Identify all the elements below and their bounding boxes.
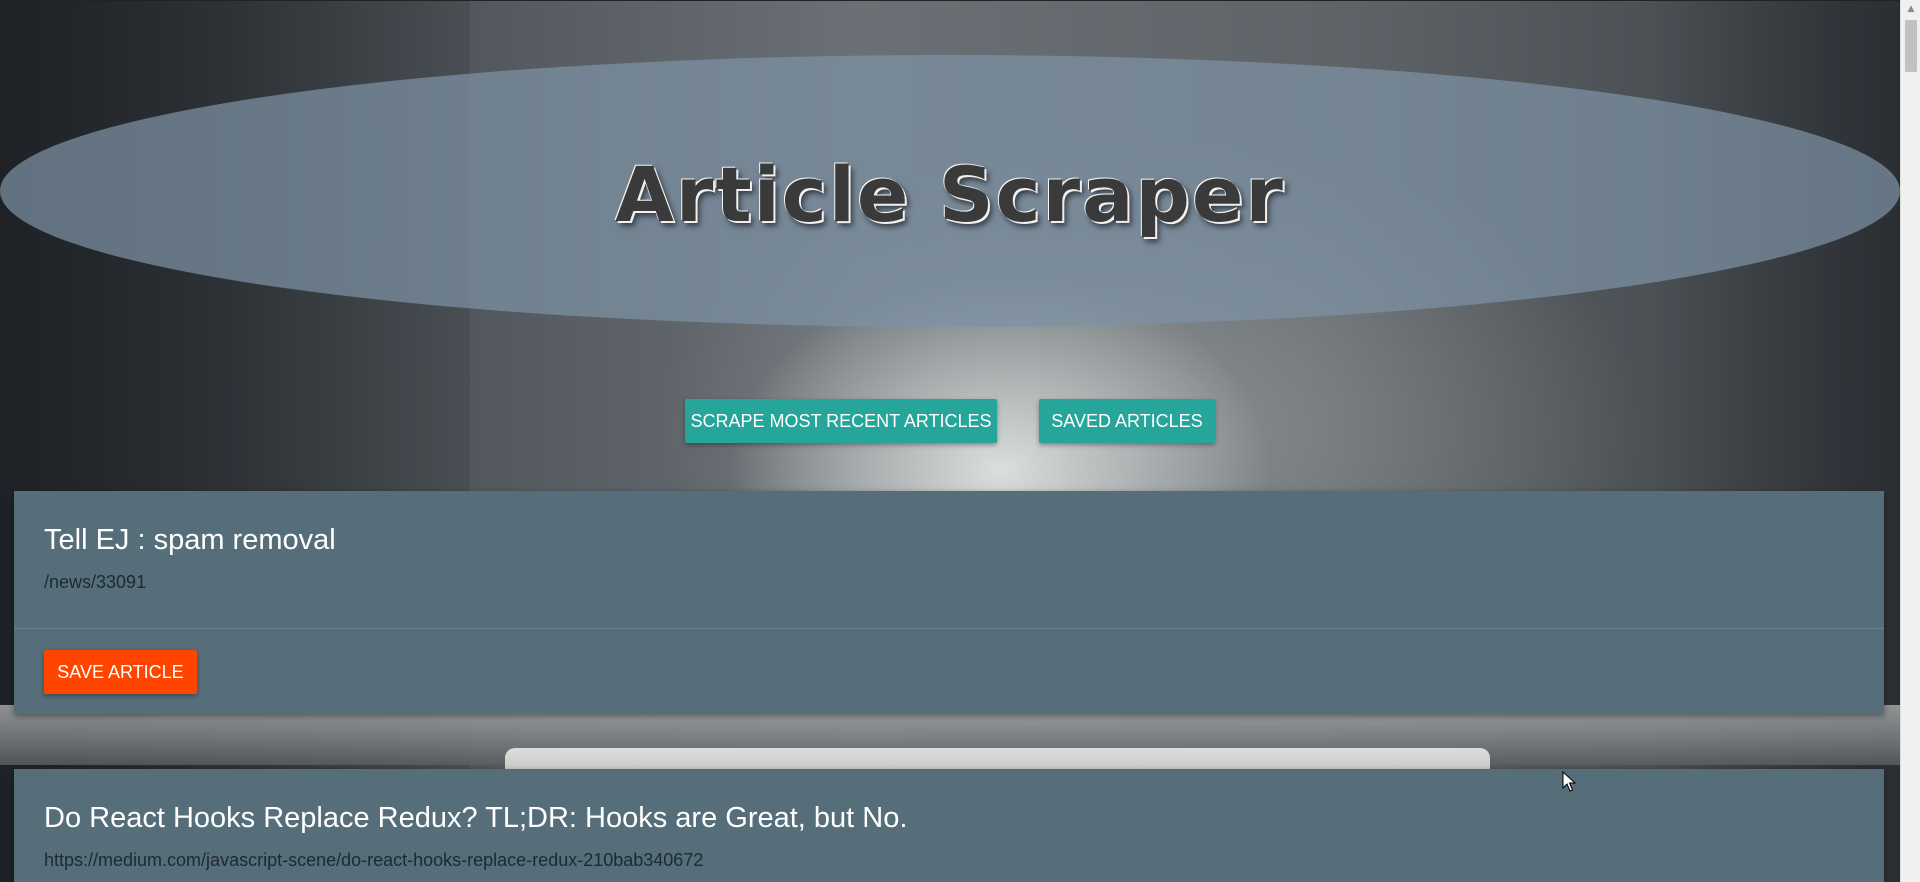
page-scrollbar[interactable]: ▲	[1900, 0, 1920, 882]
article-link[interactable]: /news/33091	[44, 572, 1854, 593]
action-bar: Scrape Most Recent Articles Saved Articl…	[0, 399, 1900, 443]
card-divider	[14, 628, 1884, 629]
article-card: Do React Hooks Replace Redux? TL;DR: Hoo…	[14, 769, 1884, 882]
article-link[interactable]: https://medium.com/javascript-scene/do-r…	[44, 850, 1854, 871]
scrollbar-thumb[interactable]	[1905, 20, 1917, 72]
article-card: Tell EJ : spam removal /news/33091 Save …	[14, 491, 1884, 714]
mouse-pointer-icon	[1562, 771, 1577, 792]
save-article-button[interactable]: Save Article	[44, 650, 197, 694]
chevron-up-icon[interactable]: ▲	[1901, 0, 1920, 17]
saved-articles-button[interactable]: Saved Articles	[1039, 399, 1215, 443]
article-title: Tell EJ : spam removal	[44, 524, 336, 556]
article-title: Do React Hooks Replace Redux? TL;DR: Hoo…	[44, 802, 908, 834]
page-title: Article Scraper	[615, 149, 1285, 239]
scrape-articles-button[interactable]: Scrape Most Recent Articles	[685, 399, 997, 443]
header-banner: Article Scraper	[0, 55, 1900, 327]
